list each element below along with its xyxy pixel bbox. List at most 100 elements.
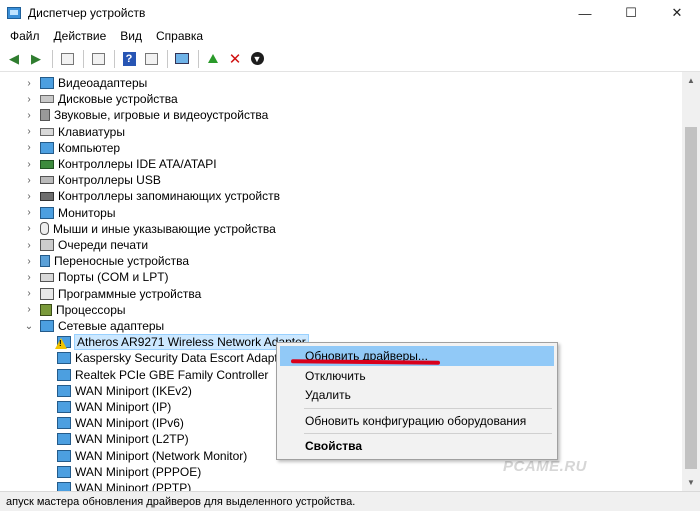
chevron-right-icon[interactable]: › [24,304,34,315]
processor-icon [40,303,52,316]
context-uninstall[interactable]: Удалить [280,385,554,405]
toolbar-separator [167,49,168,68]
chevron-right-icon[interactable]: › [24,207,34,218]
device-category-item[interactable]: › Программные устройства [24,286,201,302]
help-icon: ? [122,51,136,66]
window-title: Диспетчер устройств [28,6,146,20]
chevron-right-icon[interactable]: › [24,175,34,186]
action-pane-button[interactable] [141,49,161,69]
red-x-icon: ✕ [228,50,242,68]
help-button[interactable]: ? [119,49,139,69]
update-driver-icon [208,54,218,63]
device-category-item[interactable]: › Контроллеры запоминающих устройств [24,188,280,204]
chevron-right-icon[interactable]: › [24,159,34,170]
context-disable[interactable]: Отключить [280,366,554,386]
device-category-item[interactable]: › Мыши и иные указывающие устройства [24,221,275,237]
network-adapter-item[interactable]: WAN Miniport (L2TP) [57,431,189,447]
update-driver-button[interactable] [203,49,223,69]
toolbar-separator [114,49,115,68]
network-adapter-item[interactable]: WAN Miniport (PPTP) [57,480,191,491]
toolbar-separator [198,49,199,68]
chevron-right-icon[interactable]: › [24,78,34,89]
device-category-item[interactable]: › Порты (COM и LPT) [24,269,168,285]
device-category-item[interactable]: › Процессоры [24,302,126,318]
properties-icon [91,52,105,65]
chevron-right-icon[interactable]: › [24,191,34,202]
network-adapter-label: WAN Miniport (L2TP) [75,432,189,447]
keyboard-icon [40,127,54,136]
disk-drive-icon [40,95,54,104]
network-adapter-item[interactable]: Kaspersky Security Data Escort Adapter [57,350,288,366]
forward-arrow-icon: ▶ [31,50,41,66]
vertical-scrollbar[interactable]: ▲ ▼ [682,72,700,491]
device-category-item[interactable]: › Клавиатуры [24,124,125,140]
device-category-item[interactable]: › Очереди печати [24,237,148,253]
menu-help[interactable]: Справка [149,29,210,43]
device-category-label: Сетевые адаптеры [58,319,165,333]
device-category-item[interactable]: ⌄ Сетевые адаптеры [24,318,164,334]
chevron-right-icon[interactable]: › [24,272,34,283]
device-category-label: Видеоадаптеры [58,76,148,90]
speaker-icon [40,109,50,122]
action-pane-icon [144,52,158,65]
device-category-item[interactable]: › Контроллеры IDE ATA/ATAPI [24,156,217,172]
network-adapter-item[interactable]: Realtek PCIe GBE Family Controller [57,367,268,383]
network-adapter-item[interactable]: WAN Miniport (IPv6) [57,415,184,431]
menu-action[interactable]: Действие [47,29,114,43]
chevron-right-icon[interactable]: › [24,94,34,105]
back-button[interactable]: ◀ [4,49,24,69]
network-adapter-item[interactable]: WAN Miniport (PPPOE) [57,464,201,480]
context-scan-hardware[interactable]: Обновить конфигурацию оборудования [280,411,554,431]
device-category-label: Программные устройства [58,286,202,301]
device-category-label: Контроллеры USB [58,173,161,188]
network-adapter-icon [57,368,71,381]
network-adapter-item[interactable]: WAN Miniport (Network Monitor) [57,448,247,464]
device-manager-icon [7,7,21,19]
network-adapter-item[interactable]: WAN Miniport (IP) [57,399,171,415]
network-adapter-icon [57,482,71,491]
chevron-right-icon[interactable]: › [24,126,34,137]
device-category-item[interactable]: › Переносные устройства [24,253,189,269]
context-properties[interactable]: Свойства [280,436,554,456]
minimize-button[interactable]: — [562,0,608,26]
scroll-down-arrow-icon[interactable]: ▼ [682,474,700,491]
maximize-button[interactable]: ☐ [608,0,654,26]
device-category-item[interactable]: › Контроллеры USB [24,172,161,188]
menu-file[interactable]: Файл [3,29,47,43]
warning-triangle-icon [55,338,67,350]
chevron-right-icon[interactable]: › [24,240,34,251]
network-adapter-item[interactable]: WAN Miniport (IKEv2) [57,383,192,399]
chevron-right-icon[interactable]: › [24,110,34,121]
context-separator [304,433,552,434]
chevron-right-icon[interactable]: › [24,223,34,234]
software-device-icon [40,287,54,300]
chevron-right-icon[interactable]: › [24,288,34,299]
chevron-down-icon[interactable]: ⌄ [24,321,34,332]
device-category-label: Клавиатуры [58,124,125,139]
menu-view[interactable]: Вид [113,29,149,43]
network-adapter-item[interactable]: Atheros AR9271 Wireless Network Adapter [55,334,309,351]
properties-button[interactable] [88,49,108,69]
device-category-item[interactable]: › Компьютер [24,140,120,156]
device-category-item[interactable]: › Мониторы [24,205,115,221]
chevron-right-icon[interactable]: › [24,256,34,267]
status-text: апуск мастера обновления драйверов для в… [6,495,356,508]
uninstall-device-button[interactable]: ✕ [225,49,245,69]
scroll-up-arrow-icon[interactable]: ▲ [682,72,700,89]
device-category-label: Контроллеры IDE ATA/ATAPI [58,157,217,171]
show-hide-console-tree-button[interactable] [57,49,77,69]
device-category-label: Процессоры [56,302,126,317]
disable-device-button[interactable]: ▼ [247,49,267,69]
mouse-icon [40,222,49,236]
toolbar: ◀ ▶ ? ✕ ▼ [0,46,700,72]
scroll-thumb[interactable] [685,127,697,469]
monitor-icon [40,206,54,219]
device-category-item[interactable]: › Дисковые устройства [24,91,177,107]
back-arrow-icon: ◀ [9,50,19,66]
chevron-right-icon[interactable]: › [24,142,34,153]
device-category-item[interactable]: › Видеоадаптеры [24,75,147,91]
device-category-item[interactable]: › Звуковые, игровые и видеоустройства [24,107,268,123]
scan-hardware-button[interactable] [172,49,192,69]
close-button[interactable]: ✕ [654,0,700,26]
forward-button[interactable]: ▶ [26,49,46,69]
